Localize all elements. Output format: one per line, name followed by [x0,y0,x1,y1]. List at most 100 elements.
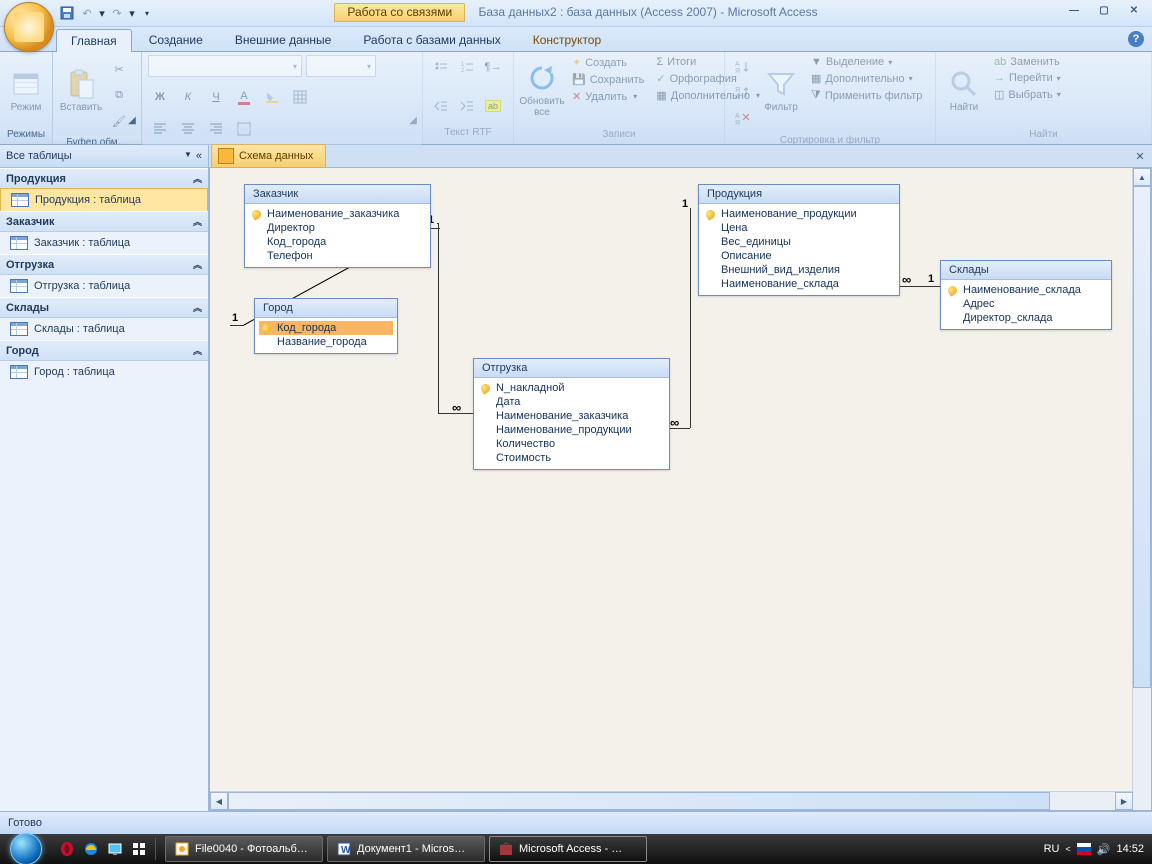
start-button[interactable] [0,834,52,864]
nav-dropdown-icon[interactable]: ▼ [184,150,192,162]
field[interactable]: Наименование_продукции [478,423,665,437]
numbering-button[interactable]: 12 [455,55,479,79]
toggle-filter-button[interactable]: ⧩Применить фильтр [807,88,926,103]
align-left-button[interactable] [148,117,172,141]
ie-icon[interactable] [80,838,102,860]
redo-dropdown[interactable]: ▾ [128,4,136,22]
language-indicator[interactable]: RU [1044,843,1060,855]
view-button[interactable]: Режим [6,55,46,125]
field[interactable]: Телефон [249,249,426,263]
field[interactable]: Цена [703,221,895,235]
field[interactable]: Наименование_склада [945,283,1107,297]
italic-button[interactable]: К [176,85,200,109]
collapse-icon[interactable]: ︽ [193,258,202,271]
nav-item[interactable]: Отгрузка : таблица [0,275,208,297]
table-zakazchik[interactable]: Заказчик Наименование_заказчикаДиректорК… [244,184,431,268]
tray-flag-icon[interactable] [1077,843,1091,855]
clock[interactable]: 14:52 [1116,843,1144,855]
field[interactable]: Код_города [249,235,426,249]
collapse-icon[interactable]: ︽ [193,172,202,185]
table-header[interactable]: Отгрузка [474,359,669,378]
tab-create[interactable]: Создание [134,28,218,51]
nav-group-header[interactable]: Продукция︽ [0,168,208,189]
font-size-combo[interactable] [306,55,376,77]
nav-group-header[interactable]: Заказчик︽ [0,211,208,232]
nav-item[interactable]: Город : таблица [0,361,208,383]
refresh-all-button[interactable]: Обновить все [520,55,564,125]
font-family-combo[interactable] [148,55,302,77]
office-button[interactable] [4,2,54,52]
increase-indent-button[interactable] [455,94,479,118]
doc-close-button[interactable]: ✕ [1132,148,1148,164]
quicklaunch-icon[interactable] [128,838,150,860]
field[interactable]: N_накладной [478,381,665,395]
minimize-button[interactable]: — [1062,2,1086,18]
field[interactable]: Директор [249,221,426,235]
alt-row-color-button[interactable] [232,117,256,141]
bullets-button[interactable] [429,55,453,79]
font-color-button[interactable]: A [232,85,256,109]
horizontal-scrollbar[interactable]: ◀ ▶ [210,791,1133,810]
close-button[interactable]: ✕ [1122,2,1146,18]
copy-icon[interactable]: ⧉ [107,83,131,107]
nav-group-header[interactable]: Отгрузка︽ [0,254,208,275]
vertical-scrollbar[interactable]: ▲ ▼ [1132,168,1151,810]
align-center-button[interactable] [176,117,200,141]
cut-icon[interactable]: ✂ [107,57,131,81]
ltr-button[interactable]: ¶→ [481,55,505,79]
nav-group-header[interactable]: Склады︽ [0,297,208,318]
taskbar-app-button[interactable]: File0040 - Фотоальб… [165,836,323,862]
scroll-thumb[interactable] [1133,186,1151,688]
replace-button[interactable]: abЗаменить [990,55,1065,69]
maximize-button[interactable]: ▢ [1092,2,1116,18]
tab-external-data[interactable]: Внешние данные [220,28,347,51]
nav-item[interactable]: Продукция : таблица [0,188,208,212]
delete-record-button[interactable]: ✕Удалить▾ [568,89,648,104]
table-header[interactable]: Город [255,299,397,318]
sort-desc-button[interactable]: ЯA [731,81,755,105]
show-desktop-icon[interactable] [104,838,126,860]
taskbar-app-button[interactable]: WДокумент1 - Micros… [327,836,485,862]
table-sklady[interactable]: Склады Наименование_складаАдресДиректор_… [940,260,1112,330]
table-header[interactable]: Продукция [699,185,899,204]
save-record-button[interactable]: 💾Сохранить [568,72,648,87]
field[interactable]: Название_города [259,335,393,349]
nav-group-header[interactable]: Город︽ [0,340,208,361]
field[interactable]: Стоимость [478,451,665,465]
find-button[interactable]: Найти [942,55,986,125]
highlight-button[interactable]: ab [481,94,505,118]
tray-expand-icon[interactable]: < [1066,844,1071,854]
table-otgruzka[interactable]: Отгрузка N_накладнойДатаНаименование_зак… [473,358,670,470]
bold-button[interactable]: Ж [148,85,172,109]
relationships-canvas[interactable]: 1 ∞ 1 1 ∞ ∞ 1 ∞ [209,167,1152,811]
clear-sort-button[interactable]: AЯ [731,107,755,131]
tab-database-tools[interactable]: Работа с базами данных [348,28,515,51]
font-launcher[interactable]: ◢ [406,113,420,127]
fill-color-button[interactable] [260,85,284,109]
table-produkcia[interactable]: Продукция Наименование_продукцииЦенаВес_… [698,184,900,296]
field[interactable]: Код_города [259,321,393,335]
field[interactable]: Дата [478,395,665,409]
new-record-button[interactable]: ✦Создать [568,55,648,70]
nav-item[interactable]: Заказчик : таблица [0,232,208,254]
table-header[interactable]: Склады [941,261,1111,280]
underline-button[interactable]: Ч [204,85,228,109]
decrease-indent-button[interactable] [429,94,453,118]
save-icon[interactable] [58,4,76,22]
tab-design[interactable]: Конструктор [518,28,616,51]
select-button[interactable]: ◫Выбрать▾ [990,87,1065,102]
qat-customize[interactable]: ▾ [138,4,156,22]
advanced-filter-button[interactable]: ▦Дополнительно▾ [807,71,926,86]
scroll-thumb[interactable] [228,792,1050,810]
table-gorod[interactable]: Город Код_городаНазвание_города [254,298,398,354]
field[interactable]: Директор_склада [945,311,1107,325]
tab-home[interactable]: Главная [56,29,132,52]
scroll-up-icon[interactable]: ▲ [1133,168,1151,186]
field[interactable]: Наименование_заказчика [478,409,665,423]
filter-button[interactable]: Фильтр [759,55,803,125]
undo-icon[interactable]: ↶ [78,4,96,22]
doc-tab-relationships[interactable]: Схема данных [211,144,326,167]
undo-dropdown[interactable]: ▾ [98,4,106,22]
collapse-icon[interactable]: ︽ [193,215,202,228]
field[interactable]: Адрес [945,297,1107,311]
